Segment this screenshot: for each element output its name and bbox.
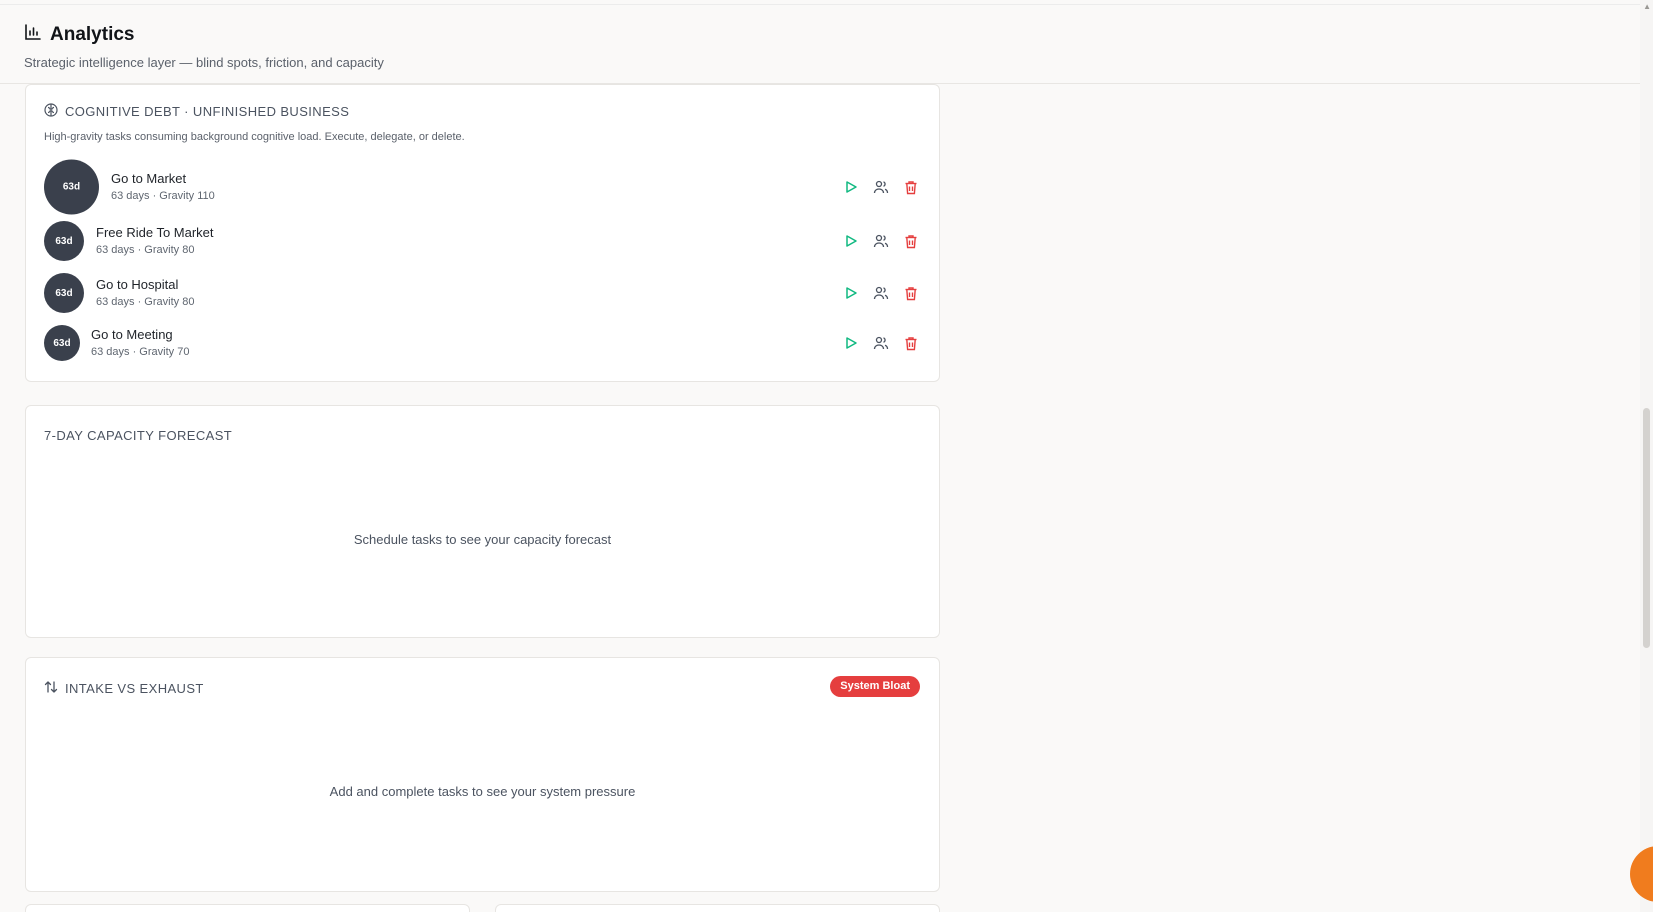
task-age-badge: 63d bbox=[44, 221, 84, 261]
task-name: Go to Market bbox=[111, 171, 187, 186]
users-icon[interactable] bbox=[871, 231, 891, 251]
arrows-up-down-icon bbox=[44, 680, 58, 697]
play-icon[interactable] bbox=[841, 177, 861, 197]
cognitive-debt-title-text: COGNITIVE DEBT · UNFINISHED BUSINESS bbox=[65, 104, 350, 119]
task-age-badge: 63d bbox=[44, 273, 84, 313]
scrollbar[interactable]: ▲ bbox=[1640, 0, 1653, 912]
trash-icon[interactable] bbox=[901, 177, 921, 197]
cognitive-debt-title: COGNITIVE DEBT · UNFINISHED BUSINESS bbox=[44, 103, 349, 120]
capacity-forecast-card: 7-DAY CAPACITY FORECAST Schedule tasks t… bbox=[25, 405, 940, 638]
status-badge: System Bloat bbox=[830, 676, 920, 697]
trash-icon[interactable] bbox=[901, 231, 921, 251]
page-title: Analytics bbox=[24, 23, 134, 47]
capacity-forecast-empty: Schedule tasks to see your capacity fore… bbox=[353, 532, 612, 547]
page-subtitle: Strategic intelligence layer — blind spo… bbox=[24, 55, 384, 70]
task-meta: 63 days · Gravity 110 bbox=[111, 190, 215, 202]
intake-exhaust-empty: Add and complete tasks to see your syste… bbox=[329, 784, 636, 799]
task-name: Free Ride To Market bbox=[96, 225, 214, 240]
cognitive-debt-description: High-gravity tasks consuming background … bbox=[44, 131, 465, 143]
next-card-left bbox=[25, 904, 470, 912]
bar-chart-icon bbox=[24, 23, 42, 47]
task-meta: 63 days · Gravity 80 bbox=[96, 244, 195, 256]
next-card-right bbox=[495, 904, 940, 912]
intake-exhaust-title: INTAKE VS EXHAUST bbox=[44, 680, 204, 697]
users-icon[interactable] bbox=[871, 333, 891, 353]
page-header: Analytics Strategic intelligence layer —… bbox=[0, 4, 1640, 84]
task-age-badge: 63d bbox=[44, 325, 80, 361]
users-icon[interactable] bbox=[871, 177, 891, 197]
play-icon[interactable] bbox=[841, 283, 861, 303]
task-age-badge: 63d bbox=[44, 159, 99, 215]
task-row[interactable]: 63d Free Ride To Market 63 days · Gravit… bbox=[44, 213, 921, 269]
trash-icon[interactable] bbox=[901, 333, 921, 353]
trash-icon[interactable] bbox=[901, 283, 921, 303]
brain-icon bbox=[44, 103, 58, 120]
capacity-forecast-title: 7-DAY CAPACITY FORECAST bbox=[44, 428, 233, 443]
cognitive-debt-card: COGNITIVE DEBT · UNFINISHED BUSINESS Hig… bbox=[25, 84, 940, 382]
task-meta: 63 days · Gravity 80 bbox=[96, 296, 195, 308]
intake-exhaust-card: INTAKE VS EXHAUST System Bloat Add and c… bbox=[25, 657, 940, 892]
floating-action-button[interactable] bbox=[1630, 846, 1653, 902]
task-meta: 63 days · Gravity 70 bbox=[91, 346, 190, 358]
task-name: Go to Hospital bbox=[96, 277, 179, 292]
intake-exhaust-title-text: INTAKE VS EXHAUST bbox=[65, 681, 204, 696]
task-row[interactable]: 63d Go to Market 63 days · Gravity 110 bbox=[44, 159, 921, 215]
play-icon[interactable] bbox=[841, 231, 861, 251]
play-icon[interactable] bbox=[841, 333, 861, 353]
users-icon[interactable] bbox=[871, 283, 891, 303]
scroll-up-icon[interactable]: ▲ bbox=[1643, 2, 1651, 11]
task-row[interactable]: 63d Go to Hospital 63 days · Gravity 80 bbox=[44, 265, 921, 321]
task-name: Go to Meeting bbox=[91, 327, 173, 342]
task-row[interactable]: 63d Go to Meeting 63 days · Gravity 70 bbox=[44, 315, 921, 371]
page-title-text: Analytics bbox=[50, 24, 135, 45]
scrollbar-thumb[interactable] bbox=[1643, 408, 1650, 648]
